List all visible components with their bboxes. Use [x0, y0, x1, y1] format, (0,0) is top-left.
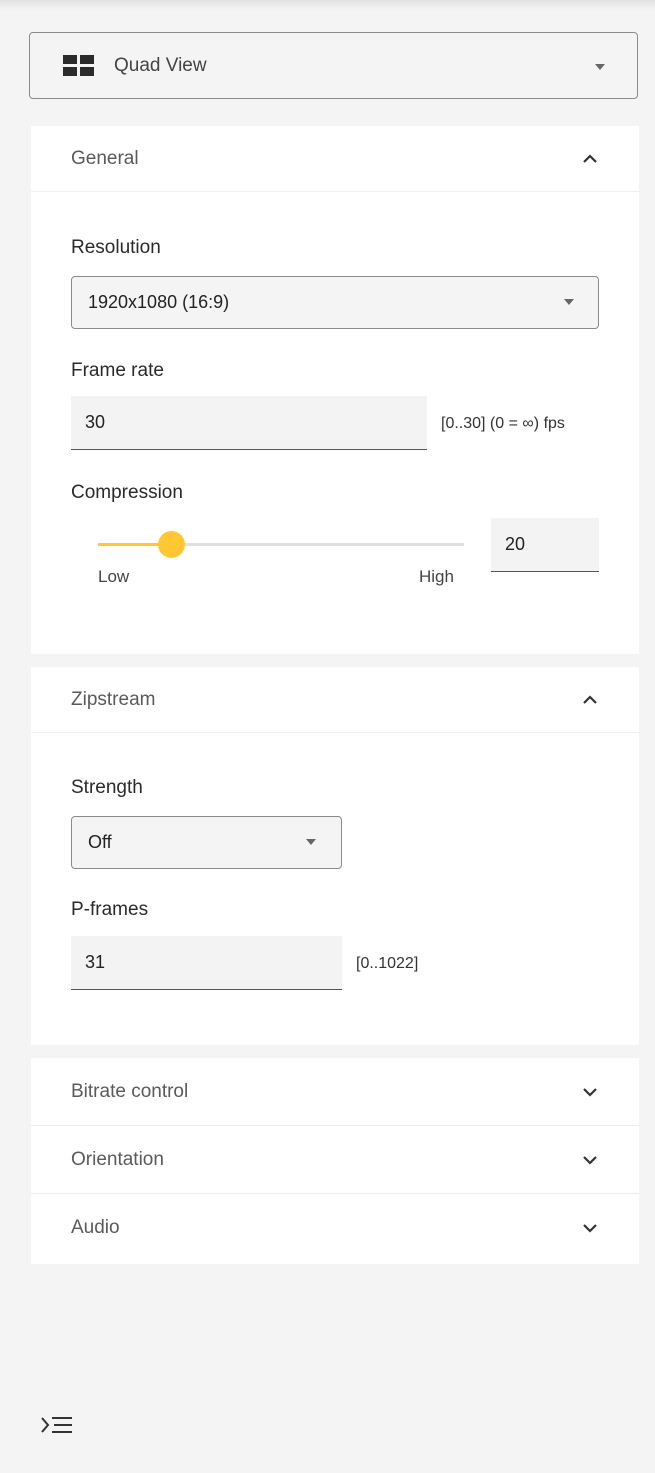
p-frames-value: 31 — [85, 952, 106, 972]
compression-min-label: Low — [98, 567, 130, 586]
zipstream-panel: Zipstream Strength Off P-frames 31 [0..1… — [31, 667, 639, 1045]
general-panel: General Resolution 1920x1080 (16:9) Fram… — [31, 126, 639, 654]
frame-rate-value: 30 — [85, 412, 106, 432]
dropdown-caret-icon — [564, 299, 574, 305]
p-frames-input[interactable]: 31 — [71, 936, 342, 990]
frame-rate-input[interactable]: 30 — [71, 396, 427, 450]
general-panel-header[interactable]: General — [31, 126, 639, 192]
chevron-up-icon[interactable] — [581, 691, 599, 709]
chevron-up-icon[interactable] — [581, 150, 599, 168]
compression-value: 20 — [505, 534, 526, 554]
frame-rate-label: Frame rate — [71, 360, 164, 381]
view-mode-select[interactable]: Quad View — [29, 32, 638, 99]
p-frames-label: P-frames — [71, 899, 149, 920]
compression-input[interactable]: 20 — [491, 518, 599, 572]
resolution-label: Resolution — [71, 237, 161, 258]
section-title: Audio — [71, 1217, 120, 1238]
top-shadow — [0, 0, 655, 10]
chevron-down-icon[interactable] — [581, 1083, 599, 1101]
section-orientation[interactable]: Orientation — [31, 1126, 639, 1194]
strength-value: Off — [88, 832, 112, 852]
expand-menu-icon[interactable] — [40, 1413, 74, 1437]
dropdown-caret-icon — [595, 64, 605, 70]
dropdown-caret-icon — [306, 839, 316, 845]
resolution-value: 1920x1080 (16:9) — [88, 292, 230, 312]
compression-label: Compression — [71, 482, 183, 503]
chevron-down-icon[interactable] — [581, 1219, 599, 1237]
compression-max-label: High — [419, 567, 454, 586]
resolution-select[interactable]: 1920x1080 (16:9) — [71, 276, 599, 329]
frame-rate-hint: [0..30] (0 = ∞) fps — [441, 415, 565, 432]
strength-label: Strength — [71, 777, 143, 798]
section-title: Bitrate control — [71, 1080, 189, 1102]
section-bitrate-control[interactable]: Bitrate control — [31, 1058, 639, 1126]
zipstream-panel-title: Zipstream — [71, 688, 156, 710]
p-frames-hint: [0..1022] — [356, 955, 419, 972]
view-mode-label: Quad View — [114, 54, 207, 76]
compression-slider[interactable] — [98, 531, 464, 558]
section-title: Orientation — [71, 1148, 164, 1170]
chevron-down-icon[interactable] — [581, 1151, 599, 1169]
strength-select[interactable]: Off — [71, 816, 342, 869]
collapsed-sections: Bitrate control Orientation Audio — [31, 1058, 639, 1264]
compression-slider-thumb[interactable] — [158, 531, 186, 558]
general-panel-title: General — [71, 147, 139, 169]
quad-view-icon — [63, 55, 94, 76]
section-audio[interactable]: Audio — [31, 1194, 639, 1262]
zipstream-panel-header[interactable]: Zipstream — [31, 667, 639, 733]
